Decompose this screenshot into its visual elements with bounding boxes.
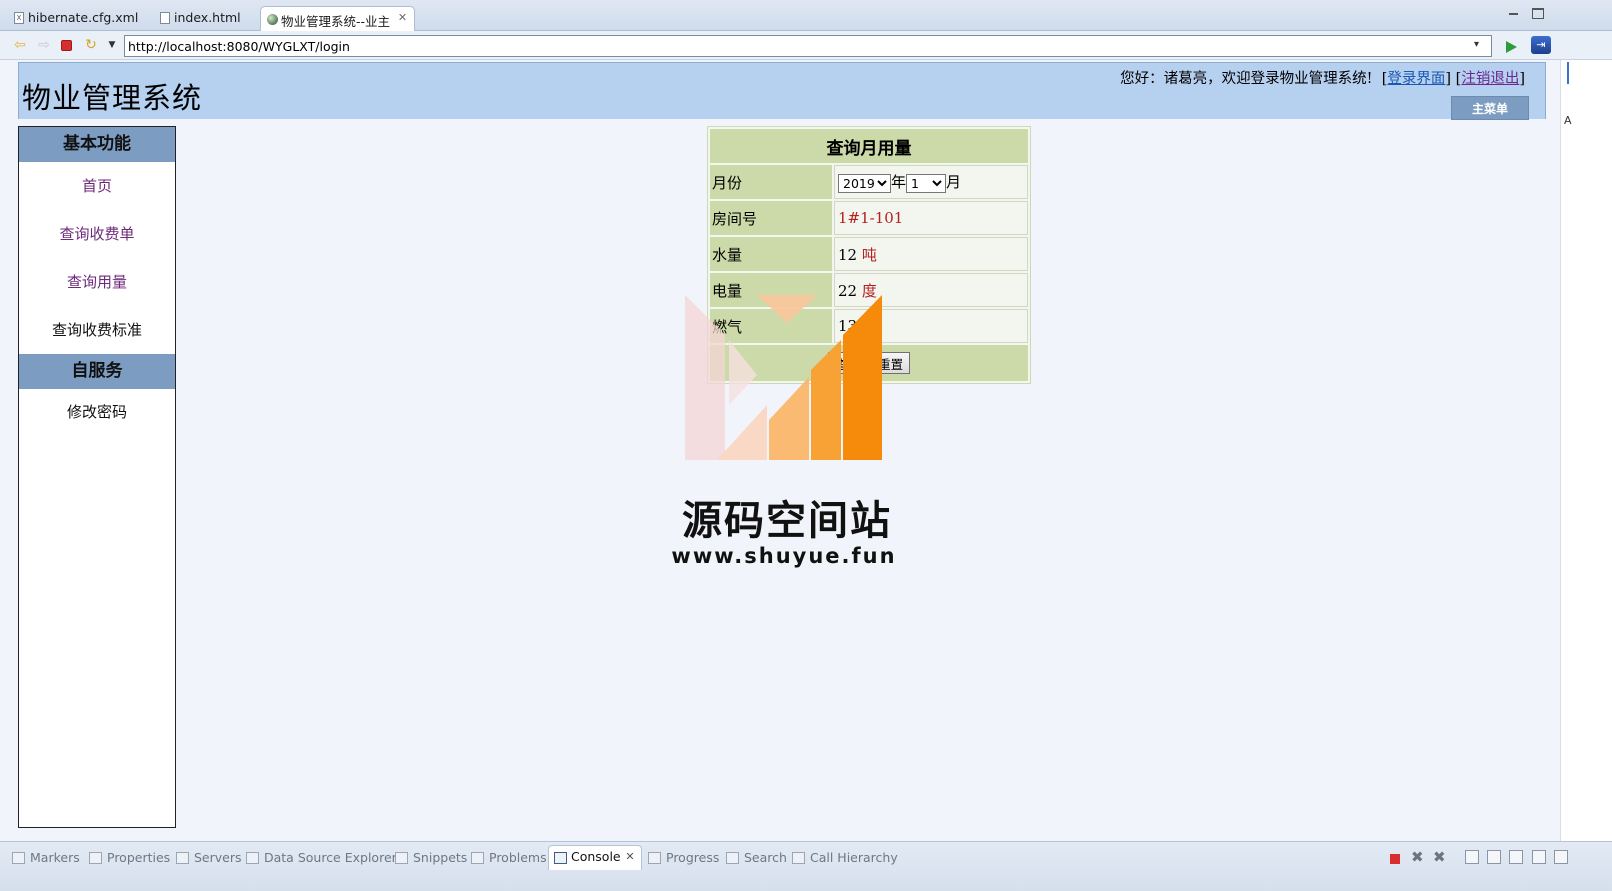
remove-all-icon[interactable]: ✖	[1433, 850, 1447, 865]
tab-call-hierarchy[interactable]: Call Hierarchy	[792, 847, 898, 869]
tab-servers[interactable]: Servers	[176, 847, 242, 869]
gutter-marker	[1567, 62, 1575, 84]
tab-index-html[interactable]: index.html	[160, 6, 241, 31]
side-gutter: A	[1560, 60, 1612, 841]
tab-properties[interactable]: Properties	[89, 847, 170, 869]
problems-icon	[471, 852, 484, 864]
snippets-icon	[395, 852, 408, 864]
watermark-title: 源码空间站	[682, 498, 892, 544]
tab-hibernate-cfg[interactable]: X hibernate.cfg.xml	[14, 6, 138, 31]
properties-icon	[89, 852, 102, 864]
external-browser-icon[interactable]: ⇥	[1531, 36, 1551, 54]
sidebar-item-change-password[interactable]: 修改密码	[19, 389, 175, 435]
data-source-icon	[246, 852, 259, 864]
water-value: 12	[838, 245, 858, 264]
tab-label: hibernate.cfg.xml	[28, 10, 139, 25]
word-wrap-icon[interactable]	[1487, 850, 1501, 864]
room-value: 1#1-101	[834, 201, 1028, 235]
minimize-button[interactable]	[1508, 8, 1520, 19]
browser-toolbar: ⇦ ⇨ ↻ ▼ ▾ ⇥	[0, 31, 1612, 60]
scroll-lock-icon[interactable]	[1465, 850, 1479, 864]
water-cell: 12 吨	[834, 237, 1028, 271]
search-icon	[726, 852, 739, 864]
gutter-glyph: A	[1564, 114, 1572, 127]
tab-search[interactable]: Search	[726, 847, 787, 869]
html-file-icon	[160, 12, 170, 24]
back-arrow-icon[interactable]: ⇦	[12, 37, 28, 53]
logout-link[interactable]: 注销退出	[1461, 71, 1519, 87]
tab-console[interactable]: Console ✕	[548, 845, 642, 870]
month-cell: 2019 年 1 月	[834, 165, 1028, 199]
console-icon	[554, 852, 567, 864]
table-title: 查询月用量	[710, 129, 1028, 163]
welcome-message: 您好：诸葛亮，欢迎登录物业管理系统!	[1120, 71, 1373, 87]
globe-icon	[267, 14, 278, 25]
tab-label: Data Source Explorer	[264, 850, 397, 865]
tab-label: 物业管理系统--业主	[281, 14, 391, 29]
tab-label: Markers	[30, 850, 80, 865]
year-unit: 年	[891, 173, 907, 192]
show-console-icon[interactable]	[1509, 850, 1523, 864]
url-input[interactable]	[124, 35, 1492, 57]
month-unit: 月	[946, 173, 962, 192]
tab-label: Search	[744, 850, 787, 865]
progress-icon	[648, 852, 661, 864]
tab-problems[interactable]: Problems	[471, 847, 547, 869]
tab-data-source-explorer[interactable]: Data Source Explorer	[246, 847, 397, 869]
water-label: 水量	[710, 237, 832, 271]
month-select[interactable]: 1	[906, 173, 947, 193]
close-icon[interactable]: ✕	[625, 846, 634, 868]
sidebar-item-home[interactable]: 首页	[19, 162, 175, 210]
display-console-icon[interactable]	[1554, 850, 1568, 864]
editor-tab-bar: X hibernate.cfg.xml index.html 物业管理系统--业…	[0, 0, 1612, 31]
watermark-url: www.shuyue.fun	[671, 544, 897, 568]
sidebar-section-basic: 基本功能	[19, 127, 175, 162]
tab-markers[interactable]: Markers	[12, 847, 80, 869]
year-select[interactable]: 2019	[838, 173, 891, 193]
sidebar-item-fee-standard[interactable]: 查询收费标准	[19, 306, 175, 354]
stop-icon[interactable]	[61, 40, 72, 51]
refresh-icon[interactable]: ↻	[83, 37, 99, 53]
tab-label: Console	[571, 849, 621, 864]
tab-label: Properties	[107, 850, 171, 865]
tab-label: Servers	[194, 850, 242, 865]
forward-arrow-icon[interactable]: ⇨	[36, 37, 52, 53]
go-icon[interactable]	[1506, 41, 1517, 53]
pin-console-icon[interactable]	[1532, 850, 1546, 864]
tab-label: Call Hierarchy	[810, 850, 898, 865]
maximize-button[interactable]	[1532, 8, 1544, 19]
month-label: 月份	[710, 165, 832, 199]
page-title: 物业管理系统	[22, 81, 203, 115]
room-label: 房间号	[710, 201, 832, 235]
tab-label: Snippets	[413, 850, 468, 865]
watermark-logo	[685, 295, 882, 460]
views-tab-bar: Markers Properties Servers Data Source E…	[0, 841, 1612, 891]
servers-icon	[176, 852, 189, 864]
call-hierarchy-icon	[792, 852, 805, 864]
main-menu-button[interactable]: 主菜单	[1451, 96, 1529, 120]
sidebar-section-self-service: 自服务	[19, 354, 175, 389]
xml-file-icon: X	[14, 12, 24, 24]
close-icon[interactable]: ✕	[398, 11, 407, 24]
tab-label: Problems	[489, 850, 547, 865]
site-header: 物业管理系统 您好：诸葛亮，欢迎登录物业管理系统! [登录界面] [注销退出] …	[18, 62, 1546, 120]
tab-progress[interactable]: Progress	[648, 847, 719, 869]
login-page-link[interactable]: 登录界面	[1387, 71, 1445, 87]
tab-label: Progress	[666, 850, 720, 865]
url-history-dropdown-icon[interactable]: ▾	[1474, 39, 1479, 50]
water-unit: 吨	[861, 245, 877, 264]
chevron-down-icon[interactable]: ▼	[104, 37, 120, 53]
tab-label: index.html	[174, 10, 241, 25]
sidebar-item-query-usage[interactable]: 查询用量	[19, 258, 175, 306]
markers-icon	[12, 852, 25, 864]
welcome-text: 您好：诸葛亮，欢迎登录物业管理系统! [登录界面] [注销退出]	[1120, 71, 1525, 87]
tab-snippets[interactable]: Snippets	[395, 847, 467, 869]
tab-browser[interactable]: 物业管理系统--业主 ✕	[260, 6, 416, 31]
terminate-icon[interactable]	[1390, 854, 1400, 864]
sidebar: 基本功能 首页 查询收费单 查询用量 查询收费标准 自服务 修改密码	[18, 126, 176, 828]
remove-launch-icon[interactable]: ✖	[1411, 850, 1425, 865]
sidebar-item-query-bills[interactable]: 查询收费单	[19, 210, 175, 258]
